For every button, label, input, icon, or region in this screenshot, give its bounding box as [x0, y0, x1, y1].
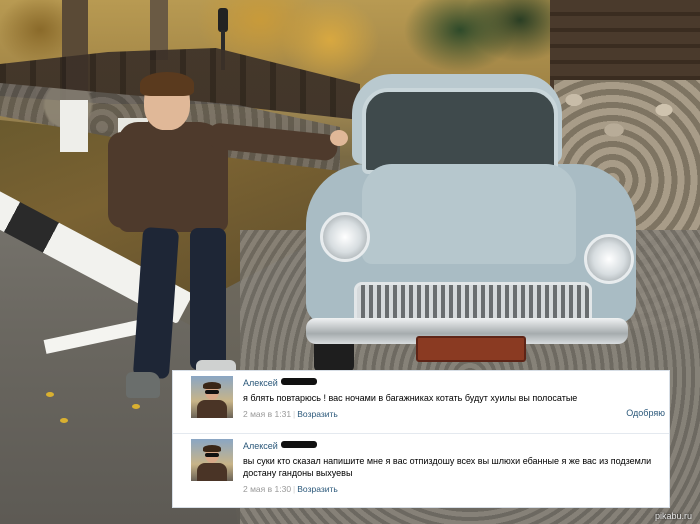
boy-leg — [132, 226, 180, 380]
boy-hand — [330, 130, 348, 146]
comment-meta: 2 мая в 1:31 | Возразить — [243, 409, 338, 419]
like-link[interactable]: Одобряю — [626, 408, 665, 418]
comments-card: Алексей я блять повтарюсь ! вас ночами в… — [172, 370, 670, 508]
comment-date[interactable]: 2 мая в 1:31 — [243, 409, 291, 419]
whitewashed-tree-base — [60, 100, 88, 152]
reply-link[interactable]: Возразить — [297, 484, 338, 494]
comment-body: Алексей вы суки кто сказал напишите мне … — [243, 440, 661, 495]
redacted-surname — [280, 441, 317, 448]
comment-text: я блять повтарюсь ! вас ночами в багажни… — [243, 393, 578, 403]
comment-author[interactable]: Алексей — [243, 378, 278, 388]
license-plate — [416, 336, 526, 362]
boy-figure — [108, 72, 358, 412]
comment-item: Алексей я блять повтарюсь ! вас ночами в… — [173, 371, 669, 433]
fallen-leaf — [46, 392, 54, 397]
boy-leg — [190, 228, 226, 370]
boy-shoe — [126, 372, 160, 398]
headlight-right — [584, 234, 634, 284]
comment-meta: 2 мая в 1:30 | Возразить — [243, 484, 338, 494]
car-hood — [362, 164, 576, 264]
car-windshield — [362, 88, 558, 174]
fallen-leaf — [60, 418, 68, 423]
comment-item: Алексей вы суки кто сказал напишите мне … — [173, 433, 669, 509]
street-lamp — [218, 8, 228, 32]
comment-text: вы суки кто сказал напишите мне я вас от… — [243, 456, 652, 478]
avatar[interactable] — [191, 439, 233, 481]
watermark: pikabu.ru — [654, 511, 692, 521]
comment-body: Алексей я блять повтарюсь ! вас ночами в… — [243, 377, 661, 420]
avatar[interactable] — [191, 376, 233, 418]
reply-link[interactable]: Возразить — [297, 409, 338, 419]
comment-author[interactable]: Алексей — [243, 441, 278, 451]
redacted-surname — [280, 378, 317, 385]
comment-date[interactable]: 2 мая в 1:30 — [243, 484, 291, 494]
boy-hair — [140, 72, 194, 96]
